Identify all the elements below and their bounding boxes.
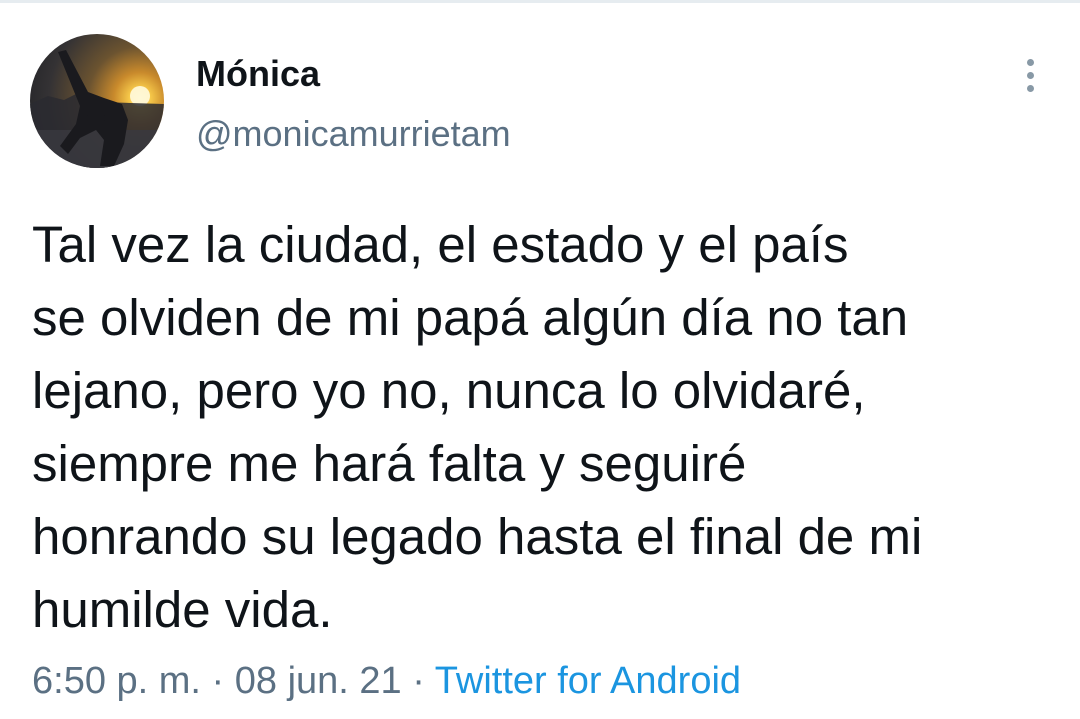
meta-separator: ·	[401, 660, 435, 702]
tweet-source-link[interactable]: Twitter for Android	[435, 660, 741, 702]
user-handle[interactable]: @monicamurrietam	[196, 112, 511, 156]
tweet-meta: 6:50 p. m. · 08 jun. 21 · Twitter for An…	[32, 656, 741, 706]
meta-separator: ·	[200, 660, 235, 702]
avatar-photo-icon	[30, 50, 164, 168]
more-vertical-icon	[1026, 58, 1034, 66]
tweet-text-line: Tal vez la ciudad, el estado y el país	[32, 216, 849, 273]
tweet-text-line: humilde vida.	[32, 581, 333, 638]
divider	[0, 0, 1080, 3]
tweet-date[interactable]: 08 jun. 21	[235, 660, 402, 702]
more-vertical-icon-dot	[1026, 71, 1034, 79]
display-name[interactable]: Mónica	[196, 52, 320, 96]
more-vertical-icon-dot	[1026, 84, 1034, 92]
tweet-text: Tal vez la ciudad, el estado y el país s…	[32, 208, 1062, 646]
tweet-card: Mónica @monicamurrietam Tal vez la ciuda…	[0, 0, 1080, 719]
tweet-text-line: honrando su legado hasta el final de mi	[32, 508, 923, 565]
avatar[interactable]	[30, 34, 164, 168]
tweet-text-line: siempre me hará falta y seguiré	[32, 435, 747, 492]
more-options-button[interactable]	[1014, 52, 1046, 98]
tweet-text-line: se olviden de mi papá algún día no tan	[32, 289, 909, 346]
tweet-text-line: lejano, pero yo no, nunca lo olvidaré,	[32, 362, 866, 419]
tweet-time[interactable]: 6:50 p. m.	[32, 660, 201, 702]
